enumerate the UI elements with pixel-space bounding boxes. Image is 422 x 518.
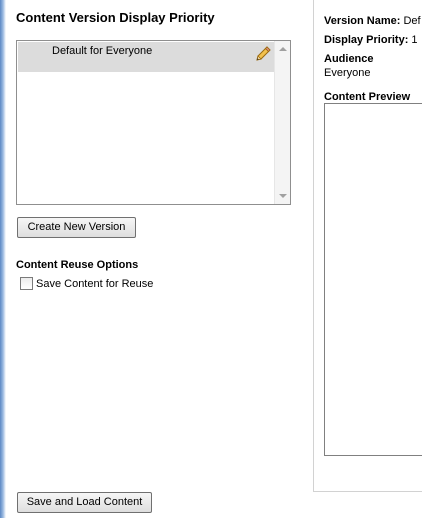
- content-preview-label: Content Preview: [324, 91, 411, 103]
- version-list-item[interactable]: Default for Everyone: [18, 42, 276, 72]
- version-name-label: Version Name:: [324, 15, 401, 27]
- display-priority-row: Display Priority: 1: [324, 34, 418, 46]
- save-content-for-reuse-checkbox[interactable]: [20, 277, 33, 290]
- display-priority-value: 1: [411, 34, 418, 46]
- save-and-load-content-button[interactable]: Save and Load Content: [17, 492, 152, 513]
- version-list[interactable]: Default for Everyone: [16, 40, 291, 205]
- version-list-scrollbar[interactable]: [274, 41, 290, 204]
- version-list-item-label: Default for Everyone: [52, 45, 153, 57]
- content-version-dialog: Content Version Display Priority Default…: [0, 0, 422, 518]
- audience-value: Everyone: [324, 67, 371, 79]
- scroll-down-arrow-icon[interactable]: [279, 194, 287, 198]
- pencil-icon[interactable]: [254, 45, 272, 63]
- version-name-row: Version Name: Def: [324, 15, 421, 27]
- version-name-value: Def: [403, 15, 421, 27]
- scroll-up-arrow-icon[interactable]: [279, 47, 287, 51]
- left-window-edge: [0, 0, 6, 518]
- save-content-for-reuse-label[interactable]: Save Content for Reuse: [36, 278, 153, 290]
- version-details-panel: Version Name: Def Display Priority: 1 Au…: [313, 0, 422, 492]
- create-new-version-button[interactable]: Create New Version: [17, 217, 136, 238]
- content-preview-frame: [324, 103, 422, 456]
- content-reuse-options-heading: Content Reuse Options: [16, 259, 139, 271]
- display-priority-label: Display Priority:: [324, 34, 409, 46]
- section-title: Content Version Display Priority: [16, 10, 215, 25]
- audience-label: Audience: [324, 53, 374, 65]
